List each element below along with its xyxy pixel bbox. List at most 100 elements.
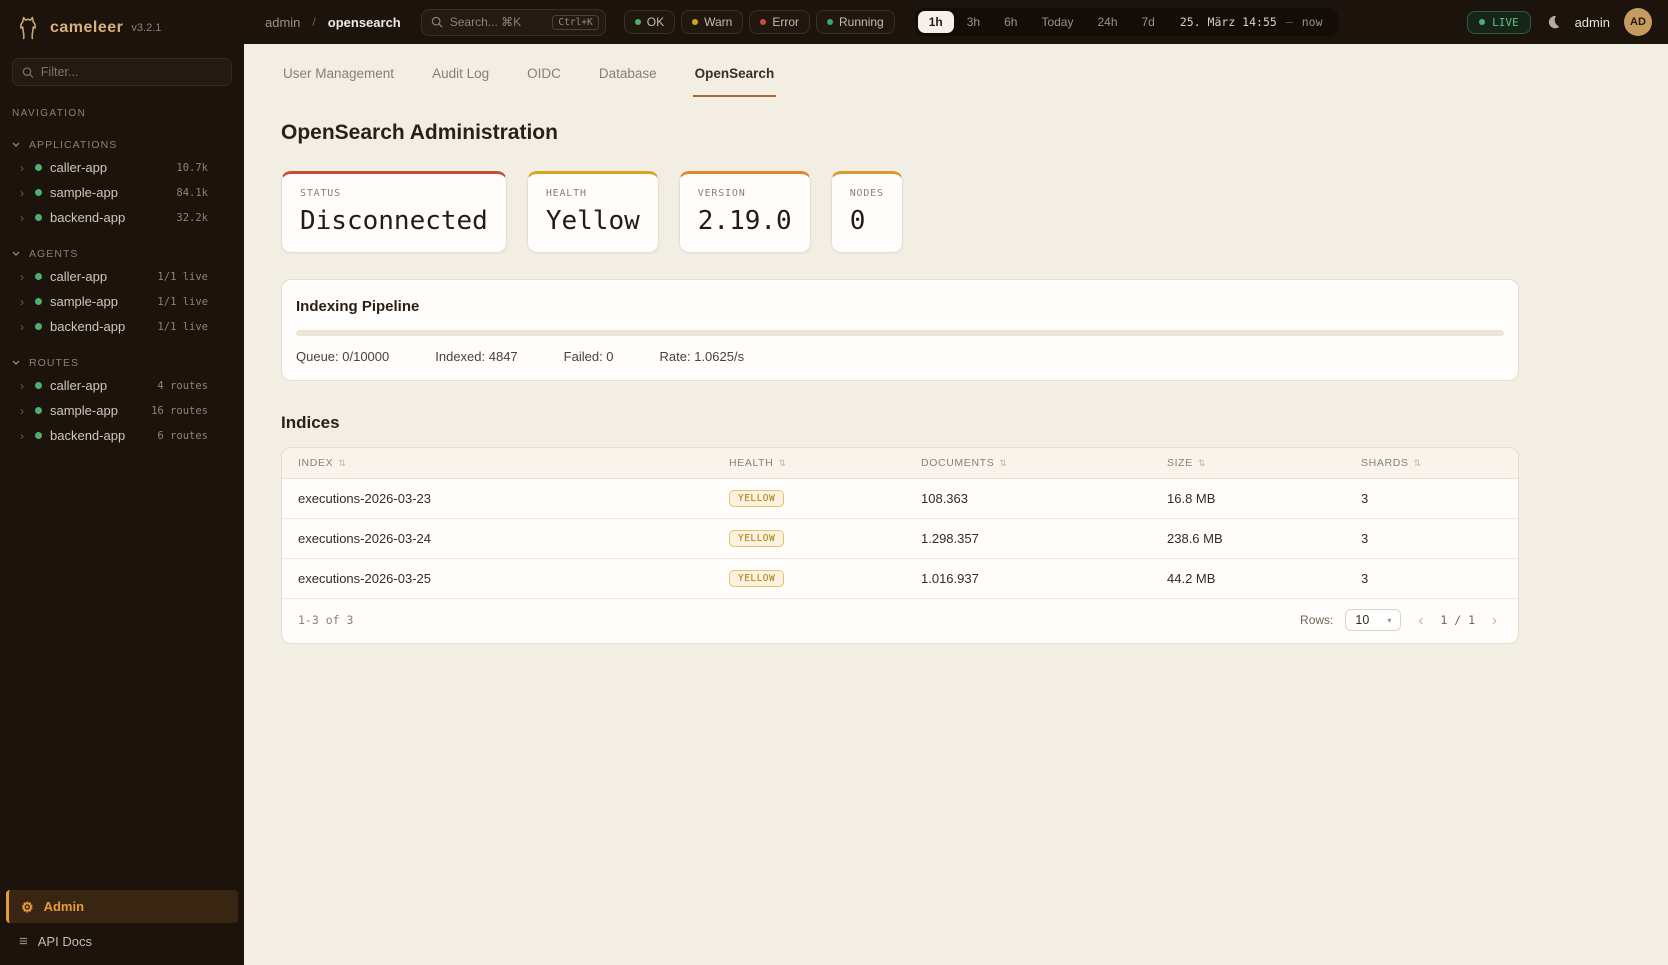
- status-dot: [35, 189, 42, 196]
- pipeline-metric-rate: Rate: 1.0625/s: [660, 349, 745, 364]
- tab-bar: User Management Audit Log OIDC Database …: [281, 56, 1668, 97]
- search-shortcut-badge: Ctrl+K: [552, 15, 598, 30]
- sort-icon: ⇅: [1198, 458, 1206, 469]
- sidebar-item-routes-backend-app[interactable]: › backend-app 6 routes: [0, 423, 244, 448]
- tab-oidc[interactable]: OIDC: [525, 56, 563, 97]
- sidebar-group-routes: ROUTES › caller-app 4 routes › sample-ap…: [0, 353, 244, 448]
- filter-pill-running[interactable]: Running: [816, 10, 895, 34]
- sidebar-item-applications-caller-app[interactable]: › caller-app 10.7k: [0, 155, 244, 180]
- sidebar-item-routes-sample-app[interactable]: › sample-app 16 routes: [0, 398, 244, 423]
- pipeline-title: Indexing Pipeline: [296, 298, 1504, 315]
- next-page-button[interactable]: ›: [1487, 612, 1502, 629]
- stat-value: Disconnected: [300, 206, 488, 236]
- sort-icon: ⇅: [999, 458, 1007, 469]
- chevron-right-icon: ›: [20, 380, 30, 392]
- tab-audit-log[interactable]: Audit Log: [430, 56, 491, 97]
- sidebar-item-agents-backend-app[interactable]: › backend-app 1/1 live: [0, 314, 244, 339]
- filter-input[interactable]: [41, 65, 222, 79]
- rows-per-page-label: Rows:: [1300, 613, 1333, 627]
- sidebar-item-badge: 84.1k: [176, 187, 208, 199]
- indexing-pipeline-panel: Indexing Pipeline Queue: 0/10000 Indexed…: [281, 279, 1519, 381]
- caret-down-icon: [12, 142, 20, 148]
- sort-icon: ⇅: [338, 458, 346, 469]
- column-label: HEALTH: [729, 457, 773, 469]
- health-badge: YELLOW: [729, 490, 784, 507]
- table-row: executions-2026-03-24 YELLOW 1.298.357 2…: [282, 519, 1518, 559]
- date-range-display[interactable]: 25. März 14:55 — now: [1168, 15, 1335, 29]
- sidebar-item-agents-caller-app[interactable]: › caller-app 1/1 live: [0, 264, 244, 289]
- stat-label: STATUS: [300, 188, 488, 199]
- caret-down-icon: [12, 360, 20, 366]
- sidebar-item-routes-caller-app[interactable]: › caller-app 4 routes: [0, 373, 244, 398]
- search-input[interactable]: [450, 15, 546, 29]
- filter-pill-ok[interactable]: OK: [624, 10, 675, 34]
- time-range-today[interactable]: Today: [1030, 11, 1084, 33]
- avatar[interactable]: AD: [1624, 8, 1652, 36]
- sidebar-item-applications-backend-app[interactable]: › backend-app 32.2k: [0, 205, 244, 230]
- column-header-index[interactable]: INDEX ⇅: [282, 448, 713, 478]
- chevron-right-icon: ›: [20, 430, 30, 442]
- global-search[interactable]: Ctrl+K: [421, 9, 606, 36]
- sidebar-item-label: caller-app: [50, 269, 157, 284]
- sidebar-item-applications-sample-app[interactable]: › sample-app 84.1k: [0, 180, 244, 205]
- health-badge: YELLOW: [729, 530, 784, 547]
- sidebar-item-agents-sample-app[interactable]: › sample-app 1/1 live: [0, 289, 244, 314]
- filter-pill-error[interactable]: Error: [749, 10, 810, 34]
- rows-per-page-select[interactable]: 10 ▾: [1345, 609, 1401, 631]
- stat-label: NODES: [850, 188, 884, 199]
- column-header-health[interactable]: HEALTH ⇅: [713, 448, 905, 478]
- sidebar-item-badge: 1/1 live: [157, 296, 208, 308]
- cell-size: 44.2 MB: [1151, 559, 1345, 598]
- sidebar-item-label: sample-app: [50, 185, 176, 200]
- sidebar-group-header-agents[interactable]: AGENTS: [0, 244, 244, 264]
- sidebar-item-api-docs[interactable]: ≡ API Docs: [0, 925, 244, 965]
- sidebar-group-header-routes[interactable]: ROUTES: [0, 353, 244, 373]
- stat-card-nodes: NODES 0: [831, 171, 903, 253]
- column-header-shards[interactable]: SHARDS ⇅: [1345, 448, 1518, 478]
- sidebar-item-label: caller-app: [50, 378, 157, 393]
- breadcrumb-separator: /: [312, 15, 315, 29]
- time-range-7d[interactable]: 7d: [1131, 11, 1166, 33]
- breadcrumb-section[interactable]: admin: [265, 15, 300, 30]
- content: User Management Audit Log OIDC Database …: [244, 44, 1668, 644]
- filter-pill-label: OK: [647, 15, 664, 29]
- pipeline-metrics: Queue: 0/10000 Indexed: 4847 Failed: 0 R…: [296, 349, 1504, 364]
- sidebar-item-badge: 16 routes: [151, 405, 208, 417]
- live-label: LIVE: [1492, 16, 1519, 29]
- sidebar-item-badge: 1/1 live: [157, 321, 208, 333]
- status-dot: [35, 214, 42, 221]
- live-toggle[interactable]: LIVE: [1467, 11, 1531, 34]
- status-dot: [35, 273, 42, 280]
- table-header-row: INDEX ⇅ HEALTH ⇅ DOCUMENTS ⇅ SIZE ⇅ SHAR…: [282, 448, 1518, 479]
- sidebar-item-admin[interactable]: ⚙ Admin: [6, 890, 238, 923]
- column-header-documents[interactable]: DOCUMENTS ⇅: [905, 448, 1151, 478]
- column-label: SIZE: [1167, 457, 1193, 469]
- status-filter-group: OK Warn Error Running: [624, 10, 895, 34]
- rows-per-page-value: 10: [1355, 613, 1369, 627]
- sidebar-filter[interactable]: [12, 58, 232, 86]
- filter-pill-warn[interactable]: Warn: [681, 10, 743, 34]
- api-docs-label: API Docs: [38, 934, 92, 949]
- breadcrumb-page: opensearch: [328, 15, 401, 30]
- cell-index: executions-2026-03-25: [282, 559, 713, 598]
- time-range-3h[interactable]: 3h: [956, 11, 991, 33]
- sidebar-item-label: sample-app: [50, 403, 151, 418]
- column-label: SHARDS: [1361, 457, 1409, 469]
- previous-page-button[interactable]: ‹: [1413, 612, 1428, 629]
- column-header-size[interactable]: SIZE ⇅: [1151, 448, 1345, 478]
- pipeline-metric-queue: Queue: 0/10000: [296, 349, 389, 364]
- time-range-6h[interactable]: 6h: [993, 11, 1028, 33]
- time-range-24h[interactable]: 24h: [1086, 11, 1128, 33]
- status-dot: [35, 323, 42, 330]
- tab-user-management[interactable]: User Management: [281, 56, 396, 97]
- tab-database[interactable]: Database: [597, 56, 659, 97]
- sidebar-group-header-applications[interactable]: APPLICATIONS: [0, 135, 244, 155]
- theme-toggle-button[interactable]: [1545, 14, 1561, 30]
- tab-opensearch[interactable]: OpenSearch: [693, 56, 777, 97]
- running-status-dot: [827, 19, 833, 25]
- chevron-right-icon: ›: [20, 271, 30, 283]
- sort-icon: ⇅: [1414, 458, 1422, 469]
- column-label: DOCUMENTS: [921, 457, 994, 469]
- time-range-1h[interactable]: 1h: [918, 11, 954, 33]
- table-row: executions-2026-03-23 YELLOW 108.363 16.…: [282, 479, 1518, 519]
